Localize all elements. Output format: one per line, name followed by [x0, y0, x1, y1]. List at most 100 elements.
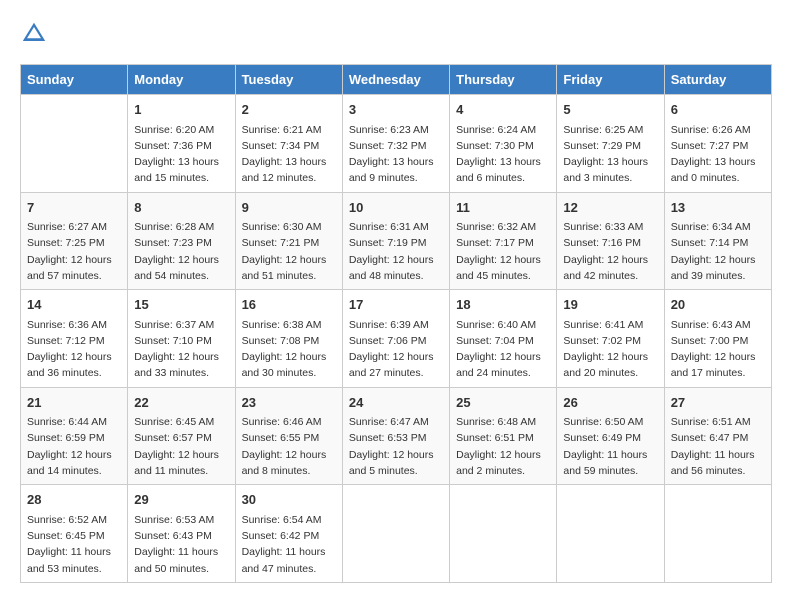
- cell-content: Sunrise: 6:54 AM Sunset: 6:42 PM Dayligh…: [242, 512, 336, 577]
- day-number: 29: [134, 490, 228, 510]
- cell-content: Sunrise: 6:46 AM Sunset: 6:55 PM Dayligh…: [242, 414, 336, 479]
- day-number: 11: [456, 198, 550, 218]
- day-number: 20: [671, 295, 765, 315]
- calendar-cell: 14Sunrise: 6:36 AM Sunset: 7:12 PM Dayli…: [21, 290, 128, 388]
- calendar-cell: 23Sunrise: 6:46 AM Sunset: 6:55 PM Dayli…: [235, 387, 342, 485]
- calendar-cell: 28Sunrise: 6:52 AM Sunset: 6:45 PM Dayli…: [21, 485, 128, 583]
- day-number: 2: [242, 100, 336, 120]
- day-number: 15: [134, 295, 228, 315]
- day-number: 8: [134, 198, 228, 218]
- day-number: 19: [563, 295, 657, 315]
- cell-content: Sunrise: 6:28 AM Sunset: 7:23 PM Dayligh…: [134, 219, 228, 284]
- day-number: 5: [563, 100, 657, 120]
- calendar-cell: 10Sunrise: 6:31 AM Sunset: 7:19 PM Dayli…: [342, 192, 449, 290]
- calendar-week-2: 7Sunrise: 6:27 AM Sunset: 7:25 PM Daylig…: [21, 192, 772, 290]
- cell-content: Sunrise: 6:26 AM Sunset: 7:27 PM Dayligh…: [671, 122, 765, 187]
- cell-content: Sunrise: 6:50 AM Sunset: 6:49 PM Dayligh…: [563, 414, 657, 479]
- calendar-cell: 15Sunrise: 6:37 AM Sunset: 7:10 PM Dayli…: [128, 290, 235, 388]
- calendar-cell: 22Sunrise: 6:45 AM Sunset: 6:57 PM Dayli…: [128, 387, 235, 485]
- calendar-cell: 30Sunrise: 6:54 AM Sunset: 6:42 PM Dayli…: [235, 485, 342, 583]
- calendar-cell: 11Sunrise: 6:32 AM Sunset: 7:17 PM Dayli…: [450, 192, 557, 290]
- day-number: 4: [456, 100, 550, 120]
- calendar-cell: 26Sunrise: 6:50 AM Sunset: 6:49 PM Dayli…: [557, 387, 664, 485]
- day-number: 30: [242, 490, 336, 510]
- day-header-saturday: Saturday: [664, 65, 771, 95]
- day-number: 28: [27, 490, 121, 510]
- logo: [20, 20, 52, 48]
- cell-content: Sunrise: 6:45 AM Sunset: 6:57 PM Dayligh…: [134, 414, 228, 479]
- day-number: 25: [456, 393, 550, 413]
- day-header-friday: Friday: [557, 65, 664, 95]
- cell-content: Sunrise: 6:24 AM Sunset: 7:30 PM Dayligh…: [456, 122, 550, 187]
- cell-content: Sunrise: 6:53 AM Sunset: 6:43 PM Dayligh…: [134, 512, 228, 577]
- calendar-cell: 9Sunrise: 6:30 AM Sunset: 7:21 PM Daylig…: [235, 192, 342, 290]
- cell-content: Sunrise: 6:27 AM Sunset: 7:25 PM Dayligh…: [27, 219, 121, 284]
- day-header-monday: Monday: [128, 65, 235, 95]
- day-number: 24: [349, 393, 443, 413]
- cell-content: Sunrise: 6:48 AM Sunset: 6:51 PM Dayligh…: [456, 414, 550, 479]
- day-number: 21: [27, 393, 121, 413]
- day-number: 1: [134, 100, 228, 120]
- calendar-cell: 29Sunrise: 6:53 AM Sunset: 6:43 PM Dayli…: [128, 485, 235, 583]
- cell-content: Sunrise: 6:43 AM Sunset: 7:00 PM Dayligh…: [671, 317, 765, 382]
- calendar-cell: 18Sunrise: 6:40 AM Sunset: 7:04 PM Dayli…: [450, 290, 557, 388]
- calendar-cell: 21Sunrise: 6:44 AM Sunset: 6:59 PM Dayli…: [21, 387, 128, 485]
- logo-icon: [20, 20, 48, 48]
- calendar-cell: 19Sunrise: 6:41 AM Sunset: 7:02 PM Dayli…: [557, 290, 664, 388]
- day-number: 12: [563, 198, 657, 218]
- calendar-cell: 13Sunrise: 6:34 AM Sunset: 7:14 PM Dayli…: [664, 192, 771, 290]
- cell-content: Sunrise: 6:44 AM Sunset: 6:59 PM Dayligh…: [27, 414, 121, 479]
- cell-content: Sunrise: 6:37 AM Sunset: 7:10 PM Dayligh…: [134, 317, 228, 382]
- calendar-cell: 20Sunrise: 6:43 AM Sunset: 7:00 PM Dayli…: [664, 290, 771, 388]
- cell-content: Sunrise: 6:31 AM Sunset: 7:19 PM Dayligh…: [349, 219, 443, 284]
- day-number: 16: [242, 295, 336, 315]
- cell-content: Sunrise: 6:32 AM Sunset: 7:17 PM Dayligh…: [456, 219, 550, 284]
- calendar-cell: [450, 485, 557, 583]
- calendar-cell: 6Sunrise: 6:26 AM Sunset: 7:27 PM Daylig…: [664, 95, 771, 193]
- cell-content: Sunrise: 6:41 AM Sunset: 7:02 PM Dayligh…: [563, 317, 657, 382]
- calendar-cell: [664, 485, 771, 583]
- calendar-week-1: 1Sunrise: 6:20 AM Sunset: 7:36 PM Daylig…: [21, 95, 772, 193]
- calendar-cell: 5Sunrise: 6:25 AM Sunset: 7:29 PM Daylig…: [557, 95, 664, 193]
- calendar-cell: 7Sunrise: 6:27 AM Sunset: 7:25 PM Daylig…: [21, 192, 128, 290]
- calendar-cell: [557, 485, 664, 583]
- calendar-cell: 24Sunrise: 6:47 AM Sunset: 6:53 PM Dayli…: [342, 387, 449, 485]
- day-header-thursday: Thursday: [450, 65, 557, 95]
- calendar-cell: 8Sunrise: 6:28 AM Sunset: 7:23 PM Daylig…: [128, 192, 235, 290]
- calendar-cell: 2Sunrise: 6:21 AM Sunset: 7:34 PM Daylig…: [235, 95, 342, 193]
- day-number: 26: [563, 393, 657, 413]
- cell-content: Sunrise: 6:20 AM Sunset: 7:36 PM Dayligh…: [134, 122, 228, 187]
- calendar-cell: 3Sunrise: 6:23 AM Sunset: 7:32 PM Daylig…: [342, 95, 449, 193]
- calendar-cell: 27Sunrise: 6:51 AM Sunset: 6:47 PM Dayli…: [664, 387, 771, 485]
- cell-content: Sunrise: 6:52 AM Sunset: 6:45 PM Dayligh…: [27, 512, 121, 577]
- day-header-wednesday: Wednesday: [342, 65, 449, 95]
- calendar-week-5: 28Sunrise: 6:52 AM Sunset: 6:45 PM Dayli…: [21, 485, 772, 583]
- calendar-header-row: SundayMondayTuesdayWednesdayThursdayFrid…: [21, 65, 772, 95]
- calendar-table: SundayMondayTuesdayWednesdayThursdayFrid…: [20, 64, 772, 583]
- day-number: 23: [242, 393, 336, 413]
- cell-content: Sunrise: 6:34 AM Sunset: 7:14 PM Dayligh…: [671, 219, 765, 284]
- calendar-week-4: 21Sunrise: 6:44 AM Sunset: 6:59 PM Dayli…: [21, 387, 772, 485]
- day-number: 10: [349, 198, 443, 218]
- day-number: 9: [242, 198, 336, 218]
- day-number: 27: [671, 393, 765, 413]
- day-number: 18: [456, 295, 550, 315]
- day-number: 6: [671, 100, 765, 120]
- cell-content: Sunrise: 6:38 AM Sunset: 7:08 PM Dayligh…: [242, 317, 336, 382]
- cell-content: Sunrise: 6:33 AM Sunset: 7:16 PM Dayligh…: [563, 219, 657, 284]
- cell-content: Sunrise: 6:36 AM Sunset: 7:12 PM Dayligh…: [27, 317, 121, 382]
- cell-content: Sunrise: 6:39 AM Sunset: 7:06 PM Dayligh…: [349, 317, 443, 382]
- calendar-cell: 4Sunrise: 6:24 AM Sunset: 7:30 PM Daylig…: [450, 95, 557, 193]
- day-header-sunday: Sunday: [21, 65, 128, 95]
- cell-content: Sunrise: 6:40 AM Sunset: 7:04 PM Dayligh…: [456, 317, 550, 382]
- cell-content: Sunrise: 6:47 AM Sunset: 6:53 PM Dayligh…: [349, 414, 443, 479]
- calendar-cell: 17Sunrise: 6:39 AM Sunset: 7:06 PM Dayli…: [342, 290, 449, 388]
- cell-content: Sunrise: 6:21 AM Sunset: 7:34 PM Dayligh…: [242, 122, 336, 187]
- day-number: 13: [671, 198, 765, 218]
- day-header-tuesday: Tuesday: [235, 65, 342, 95]
- calendar-cell: [21, 95, 128, 193]
- calendar-cell: 1Sunrise: 6:20 AM Sunset: 7:36 PM Daylig…: [128, 95, 235, 193]
- calendar-cell: 25Sunrise: 6:48 AM Sunset: 6:51 PM Dayli…: [450, 387, 557, 485]
- day-number: 17: [349, 295, 443, 315]
- cell-content: Sunrise: 6:51 AM Sunset: 6:47 PM Dayligh…: [671, 414, 765, 479]
